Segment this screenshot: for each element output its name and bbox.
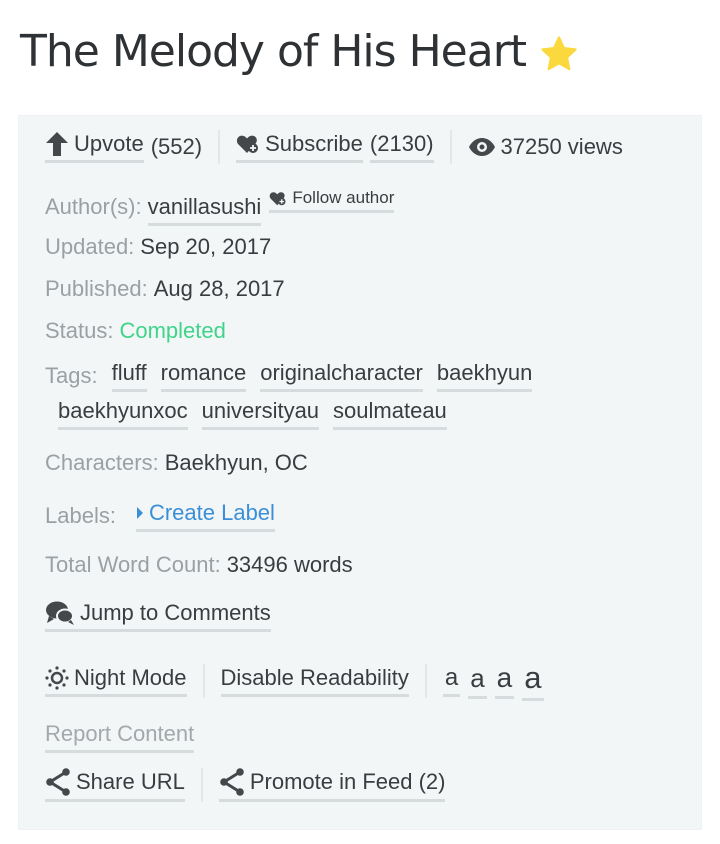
- divider: [218, 130, 221, 164]
- word-count-label: Total Word Count:: [45, 552, 221, 577]
- author-row: Author(s): vanillasushi Follow author: [45, 188, 395, 226]
- font-size-xlarge[interactable]: a: [522, 660, 544, 701]
- promote-in-feed-button[interactable]: Promote in Feed (2): [218, 768, 446, 802]
- characters-row: Characters: Baekhyun, OC: [45, 450, 308, 476]
- upvote-label: Upvote: [74, 131, 144, 156]
- create-label-button[interactable]: Create Label: [135, 500, 275, 532]
- story-title: The Melody of His Heart: [20, 26, 527, 77]
- status-value: Completed: [119, 318, 226, 343]
- characters-value: Baekhyun, OC: [164, 450, 308, 475]
- published-row: Published: Aug 28, 2017: [45, 276, 285, 302]
- author-label: Author(s):: [45, 194, 142, 219]
- published-label: Published:: [45, 276, 148, 301]
- divider: [449, 130, 452, 164]
- comments-icon: [46, 601, 74, 625]
- tags-label: Tags:: [45, 363, 98, 388]
- upvote-button[interactable]: Upvote: [45, 131, 144, 163]
- tag-link[interactable]: universityau: [201, 398, 320, 430]
- divider: [202, 663, 205, 698]
- characters-label: Characters:: [45, 450, 159, 475]
- tag-link[interactable]: soulmateau: [333, 398, 447, 430]
- updated-label: Updated:: [45, 234, 135, 259]
- tags-row: Tags: fluff romance originalcharacter ba…: [45, 360, 546, 392]
- reading-options-row: Night Mode Disable Readability a a a a: [45, 660, 552, 701]
- upvote-count: (552): [150, 134, 203, 159]
- font-size-medium[interactable]: a: [468, 663, 487, 699]
- divider: [200, 768, 203, 802]
- jump-to-comments-label: Jump to Comments: [80, 600, 271, 625]
- labels-row: Labels: Create Label: [45, 500, 275, 532]
- share-row: Share URL Promote in Feed (2): [45, 768, 446, 802]
- font-size-large[interactable]: a: [494, 662, 515, 699]
- published-value: Aug 28, 2017: [153, 276, 285, 301]
- tag-link[interactable]: romance: [160, 360, 247, 392]
- follow-author-button[interactable]: Follow author: [269, 188, 395, 213]
- tag-link[interactable]: baekhyun: [436, 360, 533, 392]
- tag-link[interactable]: originalcharacter: [260, 360, 423, 392]
- caret-right-icon: [136, 507, 143, 519]
- heart-plus-icon: [270, 191, 286, 205]
- night-mode-button[interactable]: Night Mode: [45, 665, 187, 697]
- promote-in-feed-label: Promote in Feed (2): [249, 769, 446, 794]
- tags-row-2: baekhyunxoc universityau soulmateau: [58, 398, 461, 430]
- updated-row: Updated: Sep 20, 2017: [45, 234, 271, 260]
- night-mode-label: Night Mode: [74, 664, 187, 690]
- tag-link[interactable]: baekhyunxoc: [58, 398, 188, 430]
- report-content-button[interactable]: Report Content: [45, 721, 195, 753]
- views-count: 37250 views: [500, 134, 623, 159]
- divider: [424, 663, 427, 698]
- sun-icon: [45, 665, 69, 690]
- actions-row: Upvote (552) Subscribe (2130) 37250 view…: [45, 130, 623, 164]
- title-row: The Melody of His Heart: [20, 26, 580, 79]
- create-label-text: Create Label: [148, 500, 275, 525]
- jump-to-comments-button[interactable]: Jump to Comments: [45, 600, 271, 632]
- labels-label: Labels:: [45, 503, 116, 528]
- share-icon: [46, 768, 70, 796]
- subscribe-count[interactable]: (2130): [369, 131, 434, 163]
- disable-readability-button[interactable]: Disable Readability: [220, 665, 409, 697]
- word-count-value: 33496 words: [226, 552, 353, 577]
- arrow-up-icon: [46, 132, 68, 156]
- star-icon: [541, 36, 577, 71]
- status-label: Status:: [45, 318, 114, 343]
- author-link[interactable]: vanillasushi: [147, 194, 262, 226]
- share-url-label: Share URL: [76, 769, 185, 794]
- font-size-small[interactable]: a: [442, 664, 461, 697]
- share-url-button[interactable]: Share URL: [45, 768, 185, 802]
- heart-plus-icon: [237, 135, 259, 153]
- word-count-row: Total Word Count: 33496 words: [45, 552, 353, 578]
- comments-row: Jump to Comments: [45, 600, 271, 632]
- subscribe-button[interactable]: Subscribe: [236, 131, 363, 163]
- tag-link[interactable]: fluff: [111, 360, 147, 392]
- share-icon: [220, 768, 244, 796]
- updated-value: Sep 20, 2017: [140, 234, 272, 259]
- story-info-panel: Upvote (552) Subscribe (2130) 37250 view…: [18, 115, 702, 830]
- follow-author-label: Follow author: [292, 188, 395, 207]
- eye-icon: [468, 138, 495, 156]
- status-row: Status: Completed: [45, 318, 226, 344]
- subscribe-label: Subscribe: [265, 131, 363, 156]
- report-row: Report Content: [45, 721, 195, 753]
